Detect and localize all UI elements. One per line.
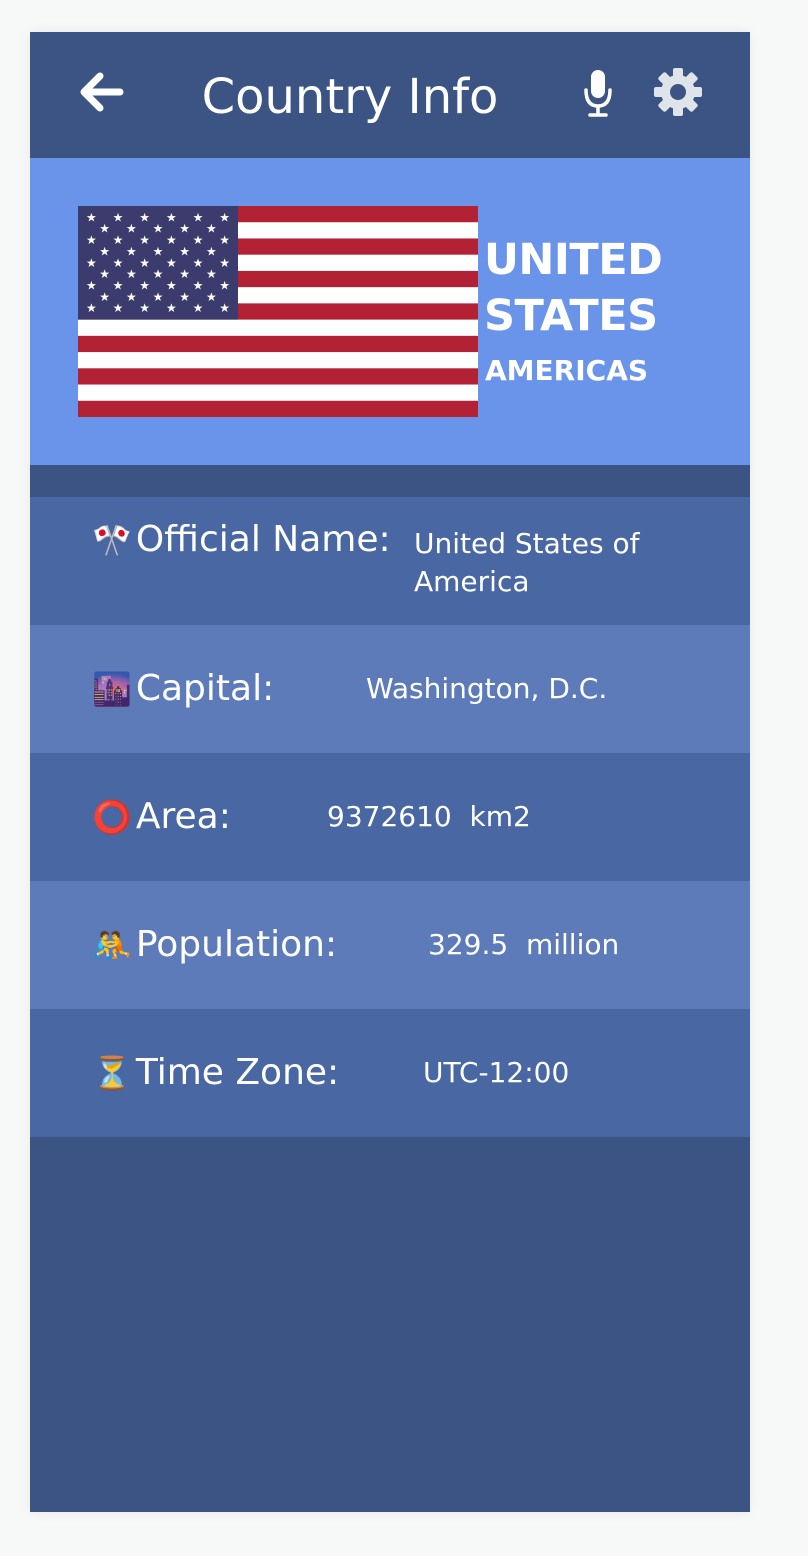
flag-star: ★ [139, 210, 150, 224]
region-label: AMERICAS [485, 354, 649, 387]
flag-star: ★ [153, 244, 164, 258]
flag-star: ★ [166, 279, 177, 293]
flag-star: ★ [153, 290, 164, 304]
flag-star: ★ [166, 233, 177, 247]
settings-button[interactable] [652, 66, 704, 118]
flag-star: ★ [126, 290, 137, 304]
info-row-area: ⭕ Area: 9372610 km2 [30, 753, 750, 881]
page-title: Country Info [201, 69, 499, 125]
flag-star: ★ [113, 279, 124, 293]
flag-star: ★ [193, 256, 204, 270]
country-name: UNITED STATES [484, 235, 663, 341]
flag-star: ★ [153, 222, 164, 236]
info-row-capital: 🌆 Capital: Washington, D.C. [30, 625, 750, 753]
wrestlers-icon: 🤼 [92, 926, 132, 964]
flag-star: ★ [179, 222, 190, 236]
flag-star: ★ [126, 267, 137, 281]
info-row-population: 🤼 Population: 329.5 million [30, 881, 750, 1009]
flag-star: ★ [139, 279, 150, 293]
population-value: 329.5 million [428, 928, 620, 961]
time-zone-label: ⏳ Time Zone: [92, 1052, 340, 1093]
flag-star: ★ [99, 222, 110, 236]
flag-star: ★ [166, 210, 177, 224]
flag-star: ★ [206, 290, 217, 304]
flag-star: ★ [86, 301, 97, 315]
country-header: ★ ★ ★ ★ ★ ★ ★ ★ ★ ★ ★ ★ ★ ★ ★ ★ ★ ★ ★ ★ ★ ★ ★ ★ ★ ★ ★ ★ ★ ★ ★ ★ ★ ★ ★ ★ ★ ★ ★ ★… [30, 158, 750, 465]
flag-star: ★ [179, 290, 190, 304]
flag-star: ★ [193, 301, 204, 315]
hourglass-icon: ⏳ [92, 1054, 132, 1092]
flag-star: ★ [193, 279, 204, 293]
flag-star: ★ [139, 256, 150, 270]
flag-star: ★ [113, 256, 124, 270]
flag-star: ★ [139, 233, 150, 247]
flag-star: ★ [219, 256, 230, 270]
official-name-label: 🎌 Official Name: [92, 519, 391, 560]
flag-star: ★ [219, 210, 230, 224]
flag-star: ★ [166, 256, 177, 270]
app-bar: Country Info [30, 32, 750, 158]
microphone-icon [584, 70, 612, 117]
flag-star: ★ [86, 279, 97, 293]
flag-star: ★ [126, 244, 137, 258]
flag-star: ★ [166, 301, 177, 315]
flag-star: ★ [193, 210, 204, 224]
population-label: 🤼 Population: [92, 924, 338, 965]
red-circle-icon: ⭕ [92, 798, 132, 836]
country-info-list: 🎌 Official Name: United States of America… [30, 497, 750, 1137]
flag-star: ★ [219, 233, 230, 247]
flag-star: ★ [219, 301, 230, 315]
flag-star: ★ [193, 233, 204, 247]
flag-star: ★ [139, 301, 150, 315]
app-screen: Country Info ★ ★ ★ ★ ★ ★ ★ ★ ★ ★ ★ ★ ★ ★… [30, 32, 750, 1512]
info-row-official-name: 🎌 Official Name: United States of America [30, 497, 750, 625]
time-zone-value: UTC-12:00 [423, 1056, 570, 1089]
info-row-time-zone: ⏳ Time Zone: UTC-12:00 [30, 1009, 750, 1137]
gear-icon [654, 68, 702, 116]
flag-star: ★ [179, 267, 190, 281]
flag-star: ★ [206, 222, 217, 236]
flag-star: ★ [153, 267, 164, 281]
area-label: ⭕ Area: [92, 796, 231, 837]
us-flag-image: ★ ★ ★ ★ ★ ★★ ★ ★ ★ ★★ ★ ★ ★ ★ ★★ ★ ★ ★ ★★ ★ ★ ★ ★ ★★ ★ ★ ★ ★★ ★ ★ ★ ★ ★★… [78, 206, 478, 417]
area-value: 9372610 km2 [327, 800, 531, 833]
flag-star: ★ [206, 267, 217, 281]
official-name-value: United States of America [414, 527, 640, 598]
flag-star: ★ [86, 210, 97, 224]
flag-star: ★ [86, 233, 97, 247]
flag-star: ★ [99, 244, 110, 258]
flag-star: ★ [99, 290, 110, 304]
capital-value: Washington, D.C. [366, 672, 608, 705]
crossed-flags-icon: 🎌 [92, 521, 132, 559]
flag-star: ★ [219, 279, 230, 293]
flag-star: ★ [113, 233, 124, 247]
voice-button[interactable] [582, 68, 614, 118]
flag-star: ★ [179, 244, 190, 258]
city-sunset-icon: 🌆 [92, 670, 132, 708]
flag-star: ★ [86, 256, 97, 270]
flag-star: ★ [206, 244, 217, 258]
flag-star: ★ [113, 210, 124, 224]
capital-label: 🌆 Capital: [92, 668, 275, 709]
flag-star: ★ [113, 301, 124, 315]
flag-star: ★ [99, 267, 110, 281]
flag-star: ★ [126, 222, 137, 236]
